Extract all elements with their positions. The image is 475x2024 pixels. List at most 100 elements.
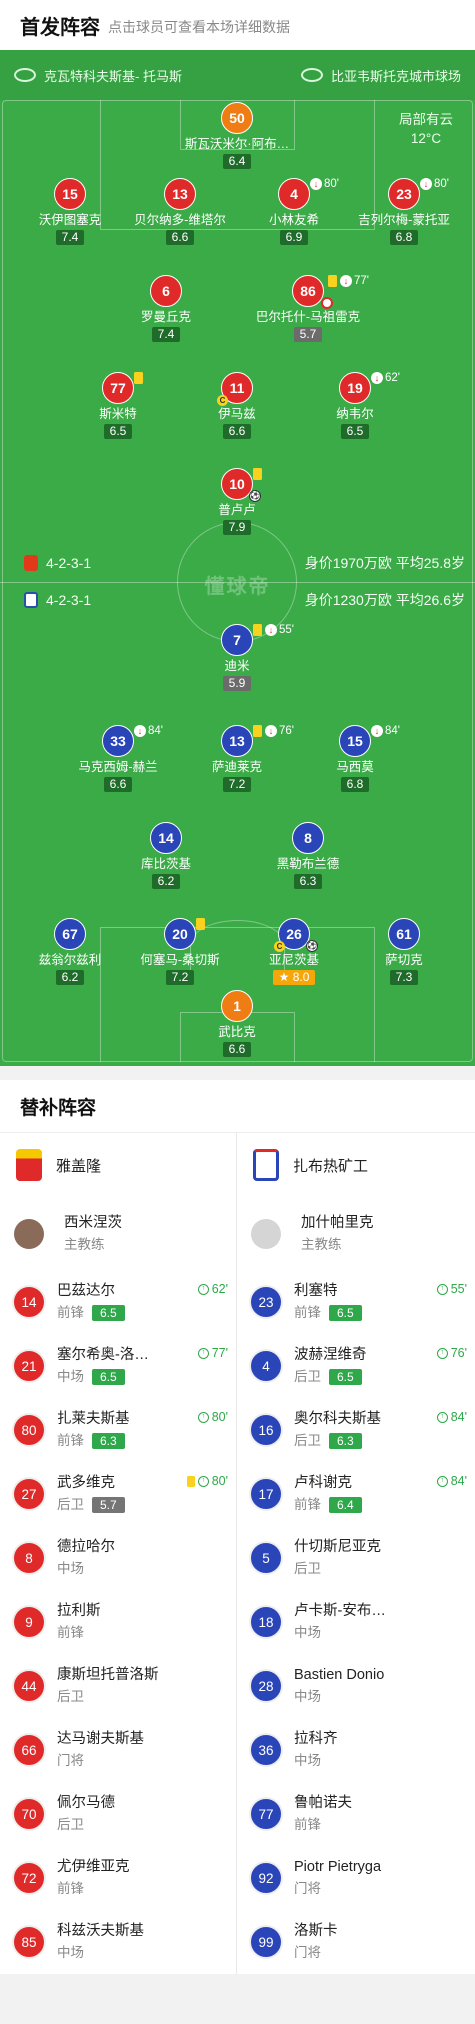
- bench-player-row[interactable]: 4 波赫涅维奇 后卫 6.5 ↑ 76': [237, 1334, 475, 1398]
- away-value: 身价1230万欧 平均26.6岁: [304, 592, 465, 608]
- bench-player-row[interactable]: 21 塞尔希奥-洛… 中场 6.5 ↑ 77': [0, 1334, 236, 1398]
- player-rating: 6.2: [151, 874, 181, 889]
- bench-player-row[interactable]: 72 尤伊维亚克 前锋: [0, 1846, 236, 1910]
- player-name: 武比克: [218, 1025, 256, 1039]
- yellow-card-icon: [196, 918, 205, 930]
- sub-on-icon: ↑: [197, 1283, 209, 1295]
- player-number: 77: [102, 372, 134, 404]
- player-number: 36: [249, 1733, 283, 1767]
- bench-home-coach[interactable]: 西米涅茨 主教练: [0, 1197, 236, 1270]
- bench-player-row[interactable]: 9 拉利斯 前锋: [0, 1590, 236, 1654]
- player-rating: 7.3: [389, 970, 419, 985]
- bench-player-row[interactable]: 80 扎莱夫斯基 前锋 6.3 ↑ 80': [0, 1398, 236, 1462]
- yellow-card-icon: [134, 372, 143, 384]
- sub-on-marker: ↑ 84': [436, 1410, 467, 1424]
- player-card-away[interactable]: 33 ↓ 84' 马克西姆-赫兰 6.6: [58, 725, 178, 793]
- player-rating: 5.7: [92, 1496, 125, 1513]
- bench-player-row[interactable]: 5 什切斯尼亚克 后卫: [237, 1526, 475, 1590]
- own-goal-icon: [321, 297, 333, 309]
- sub-on-marker: ↑ 76': [436, 1346, 467, 1360]
- player-card-home[interactable]: 4 ↓ 80' 小林友希 6.9: [234, 178, 354, 246]
- player-card-away[interactable]: 15 ↓ 84' 马西莫 6.8: [295, 725, 415, 793]
- coach-avatar-placeholder: [251, 1218, 281, 1249]
- player-number: 33: [102, 725, 134, 757]
- player-rating: 6.6: [222, 424, 252, 439]
- player-position: 后卫: [294, 1561, 321, 1576]
- player-number: 66: [12, 1733, 46, 1767]
- player-position: 前锋: [294, 1817, 321, 1832]
- sub-off-marker: ↓ 55': [265, 624, 294, 636]
- bench-player-row[interactable]: 77 鲁帕诺夫 前锋: [237, 1782, 475, 1846]
- bench-player-row[interactable]: 17 卢科谢克 前锋 6.4 ↑ 84': [237, 1462, 475, 1526]
- bench-player-row[interactable]: 70 佩尔马德 后卫: [0, 1782, 236, 1846]
- player-card-home[interactable]: 6 罗曼丘克 7.4: [106, 275, 226, 343]
- player-number: 14: [150, 822, 182, 854]
- player-card-home[interactable]: 86 ↓ 77' 巴尔托什-马祖雷克 5.7: [248, 275, 369, 343]
- bench-player-row[interactable]: 28 Bastien Donio 中场: [237, 1654, 475, 1718]
- whistle-icon: [14, 68, 36, 82]
- bench-player-row[interactable]: 14 巴茲达尔 前锋 6.5 ↑ 62': [0, 1270, 236, 1334]
- player-card-home[interactable]: 10 ⚽ 普卢卢 7.9: [177, 468, 297, 536]
- player-position: 前锋: [57, 1305, 84, 1320]
- player-number: 7: [221, 624, 253, 656]
- player-card-home[interactable]: 23 ↓ 80' 吉列尔梅-蒙托亚 6.8: [344, 178, 464, 246]
- sub-off-marker: ↓ 62': [371, 372, 400, 384]
- player-card-home[interactable]: 19 ↓ 62' 纳韦尔 6.5: [295, 372, 415, 440]
- bench-away-coach[interactable]: 加什帕里克 主教练: [237, 1197, 475, 1270]
- player-card-away[interactable]: 8 黑勒布兰德 6.3: [248, 822, 368, 890]
- player-card-away[interactable]: 14 库比茨基 6.2: [106, 822, 226, 890]
- bench-player-row[interactable]: 36 拉科齐 中场: [237, 1718, 475, 1782]
- player-number: 9: [12, 1605, 46, 1639]
- away-stadium: 比亚韦斯托克城市球场: [330, 68, 461, 84]
- player-rating: 6.4: [222, 154, 252, 169]
- sub-off-icon: ↓: [265, 624, 277, 636]
- player-rating: 6.5: [92, 1368, 125, 1385]
- sub-on-icon: ↑: [197, 1475, 209, 1487]
- bench-player-row[interactable]: 44 康斯坦托普洛斯 后卫: [0, 1654, 236, 1718]
- bench-player-row[interactable]: 23 利塞特 前锋 6.5 ↑ 55': [237, 1270, 475, 1334]
- bottom-spacer: [0, 1974, 475, 2024]
- player-card-away[interactable]: 7 ↓ 55' 迪米 5.9: [177, 624, 297, 692]
- player-position: 门将: [57, 1753, 84, 1768]
- player-rating: 7.4: [55, 230, 85, 245]
- player-card-home[interactable]: 13 贝尔纳多-维塔尔 6.6: [120, 178, 240, 246]
- yellow-card-icon: [328, 275, 337, 287]
- player-card-away-gk[interactable]: 1 武比克 6.6: [177, 990, 297, 1058]
- player-name: 尤伊维亚克: [57, 1859, 130, 1875]
- bench-player-row[interactable]: 99 洛斯卡 门将: [237, 1910, 475, 1974]
- player-number: 13: [221, 725, 253, 757]
- player-name: 伊马兹: [218, 407, 256, 421]
- player-position: 后卫: [57, 1497, 84, 1512]
- player-card-away[interactable]: 67 兹翁尔兹利 6.2: [10, 918, 130, 986]
- bench-player-row[interactable]: 16 奥尔科夫斯基 后卫 6.3 ↑ 84': [237, 1398, 475, 1462]
- player-name: 萨切克: [385, 953, 423, 967]
- player-card-home[interactable]: 77 斯米特 6.5: [58, 372, 178, 440]
- bench-home-team[interactable]: 雅盖隆: [0, 1133, 236, 1197]
- player-card-away[interactable]: 13 ↓ 76' 萨迪莱克 7.2: [177, 725, 297, 793]
- player-name: 卢科谢克: [294, 1475, 352, 1491]
- player-card-home[interactable]: 11 C 伊马兹 6.6: [177, 372, 297, 440]
- coach-name: 西米涅茨: [64, 1214, 122, 1231]
- bench-player-row[interactable]: 27 武多维克 后卫 5.7 ↑ 80': [0, 1462, 236, 1526]
- player-card-away[interactable]: 20 何塞马-桑切斯 7.2: [120, 918, 240, 986]
- bench-player-row[interactable]: 18 卢卡斯-安布… 中场: [237, 1590, 475, 1654]
- bench-player-row[interactable]: 92 Piotr Pietryga 门将: [237, 1846, 475, 1910]
- bench-away-team[interactable]: 扎布热矿工: [237, 1133, 475, 1197]
- bench-player-row[interactable]: 8 德拉哈尔 中场: [0, 1526, 236, 1590]
- bench-player-row[interactable]: 66 达马谢夫斯基 门将: [0, 1718, 236, 1782]
- player-card-home[interactable]: 15 沃伊图塞克 7.4: [10, 178, 130, 246]
- yellow-card-icon: [253, 725, 262, 737]
- player-card-home-gk[interactable]: 50 斯瓦沃米尔·阿布… 6.4: [177, 102, 297, 170]
- sub-on-marker: ↑ 62': [197, 1282, 228, 1296]
- player-name: Piotr Pietryga: [294, 1859, 382, 1875]
- sub-off-icon: ↓: [371, 372, 383, 384]
- player-card-away[interactable]: 26 C ⚽ 亚尼茨基 ★ 8.0: [234, 918, 354, 986]
- bench-home-column: 雅盖隆 西米涅茨 主教练 14 巴茲达尔 前锋 6.5 ↑ 62' 21 塞尔希奥-洛… 中场 6.…: [0, 1133, 237, 1974]
- coach-avatar: [14, 1218, 44, 1249]
- player-name: 洛斯卡: [294, 1923, 338, 1939]
- player-rating: 7.4: [151, 327, 181, 342]
- home-venue: 克瓦特科夫斯基- 托马斯: [14, 66, 182, 85]
- player-card-away[interactable]: 61 萨切克 7.3: [344, 918, 464, 986]
- player-number: 23: [249, 1285, 283, 1319]
- bench-player-row[interactable]: 85 科兹沃夫斯基 中场: [0, 1910, 236, 1974]
